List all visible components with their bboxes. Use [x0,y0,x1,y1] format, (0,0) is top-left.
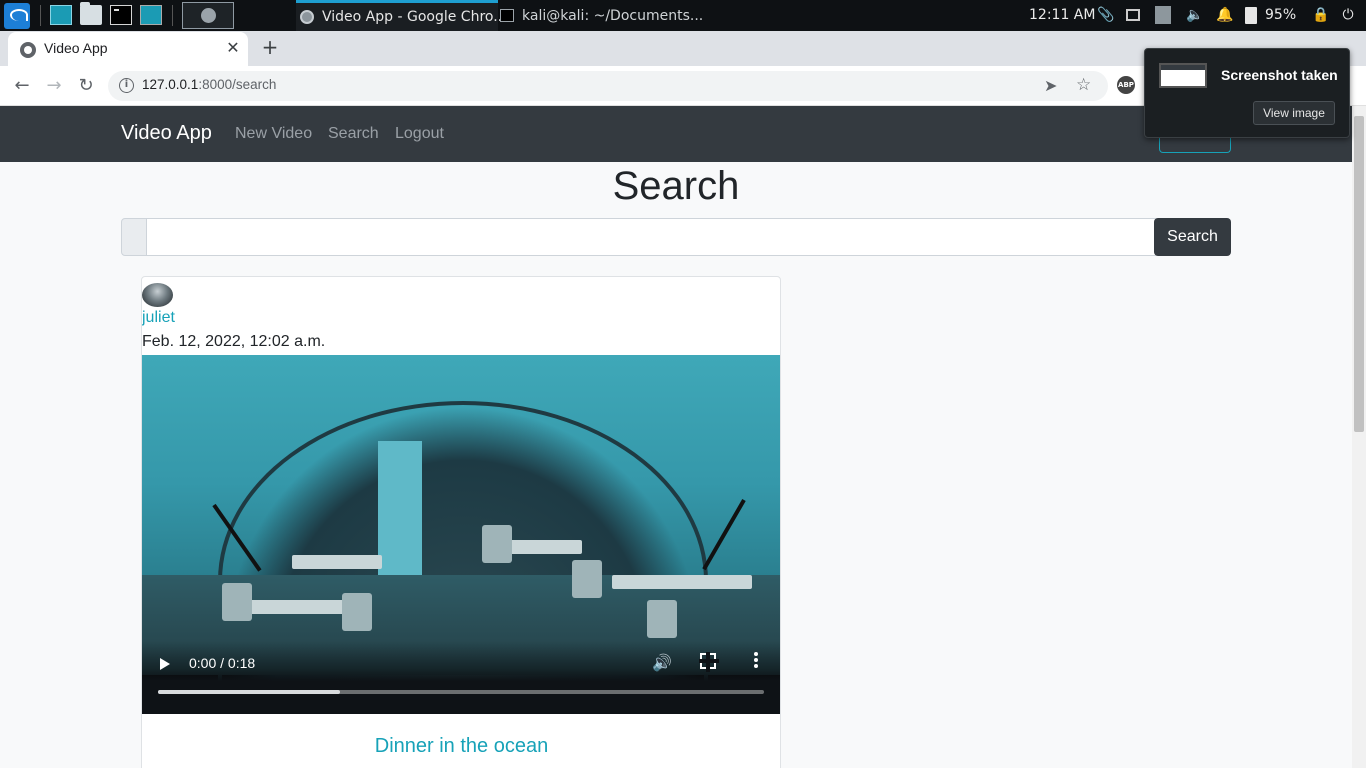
taskbar-task-terminal[interactable]: kali@kali: ~/Documents... [500,0,703,31]
address-url[interactable]: 127.0.0.1:8000/search [142,77,276,92]
video-scene-lamp [702,499,746,571]
search-form: Search [121,218,1231,256]
browser-launcher-icon[interactable] [140,5,162,25]
video-scene-chair [342,593,372,631]
close-icon[interactable]: ✕ [224,39,242,57]
taskbar-task-label: kali@kali: ~/Documents... [522,7,704,24]
volume-icon[interactable]: 🔊 [652,653,672,672]
video-scene-chair [647,600,677,638]
workspace-window-icon [201,8,216,23]
taskbar-separator [172,5,173,26]
reload-button[interactable]: ↻ [75,75,97,97]
play-icon[interactable] [160,658,170,670]
terminal-icon[interactable] [110,5,132,25]
video-time: 0:00 / 0:18 [189,655,256,671]
video-scene-table [242,600,352,614]
search-button[interactable]: Search [1154,218,1231,256]
nav-link-search[interactable]: Search [328,125,379,143]
tab-title: Video App [44,40,108,56]
view-image-button[interactable]: View image [1253,101,1335,125]
battery-level: 95% [1265,7,1297,23]
battery-icon[interactable] [1245,7,1257,24]
url-path: :8000/search [198,77,277,92]
video-title[interactable]: Dinner in the ocean [142,735,780,758]
video-card: juliet Feb. 12, 2022, 12:02 a.m. 0:00 / … [141,276,781,768]
video-progress-bar[interactable] [158,690,764,694]
package-icon[interactable] [1155,6,1171,24]
volume-icon[interactable]: 🔈 [1186,7,1203,23]
page-content: Search Search juliet Feb. 12, 2022, 12:0… [0,162,1352,768]
workspace-switcher[interactable] [182,2,234,29]
new-tab-button[interactable]: + [260,37,280,57]
page-scrollbar[interactable] [1352,106,1366,768]
video-controls: 0:00 / 0:18 🔊 [142,641,780,714]
lock-icon[interactable]: 🔒 [1312,7,1329,23]
back-button[interactable]: ← [11,75,33,97]
taskbar-separator [40,5,41,26]
video-scene-table [612,575,752,589]
url-host: 127.0.0.1 [142,77,199,92]
terminal-icon [500,9,514,22]
adblock-plus-icon[interactable]: ABP [1117,76,1135,94]
forward-button[interactable]: → [43,75,65,97]
screenshot-notification: Screenshot taken View image [1144,48,1350,138]
screenshot-tray-icon[interactable] [1126,9,1140,21]
os-taskbar: Video App - Google Chro... kali@kali: ~/… [0,0,1366,31]
paperclip-icon[interactable]: 📎 [1097,7,1114,23]
page-title: Search [612,164,740,208]
video-scene-chair [572,560,602,598]
globe-icon [20,42,36,58]
search-input-prepend [121,218,147,256]
kali-menu-icon[interactable] [4,3,30,29]
navbar-brand[interactable]: Video App [121,122,212,145]
address-bar[interactable]: i 127.0.0.1:8000/search ➤ ☆ [108,71,1108,101]
taskbar-task-chrome[interactable]: Video App - Google Chro... [296,0,507,31]
power-icon[interactable]: ⏻ [1340,7,1356,23]
fullscreen-icon[interactable] [699,652,719,672]
video-buffered-fill [158,690,340,694]
browser-tab-active[interactable]: Video App ✕ [8,32,248,66]
video-scene-table [292,555,382,569]
video-scene-table [502,540,582,554]
screenshot-thumbnail [1159,63,1207,88]
nav-link-logout[interactable]: Logout [395,125,444,143]
send-to-device-icon[interactable]: ➤ [1044,76,1057,95]
more-options-icon[interactable] [754,652,758,670]
video-scene-chair [482,525,512,563]
bookmark-star-icon[interactable]: ☆ [1076,75,1091,95]
video-scene-chair [222,583,252,621]
show-desktop-icon[interactable] [50,5,72,25]
notification-bell-icon[interactable]: 🔔 [1216,7,1233,23]
clock[interactable]: 12:11 AM [1029,7,1095,23]
search-input[interactable] [146,218,1156,256]
post-username[interactable]: juliet [142,309,175,327]
scrollbar-thumb[interactable] [1354,116,1364,432]
nav-link-new-video[interactable]: New Video [235,125,312,143]
post-date: Feb. 12, 2022, 12:02 a.m. [142,333,326,350]
avatar[interactable] [142,283,173,307]
video-player[interactable]: 0:00 / 0:18 🔊 [142,355,780,714]
file-manager-icon[interactable] [80,2,102,25]
video-frame [142,355,780,714]
chrome-icon [300,10,314,24]
info-icon[interactable]: i [119,78,134,93]
taskbar-task-label: Video App - Google Chro... [322,9,507,25]
notification-title: Screenshot taken [1221,67,1338,83]
